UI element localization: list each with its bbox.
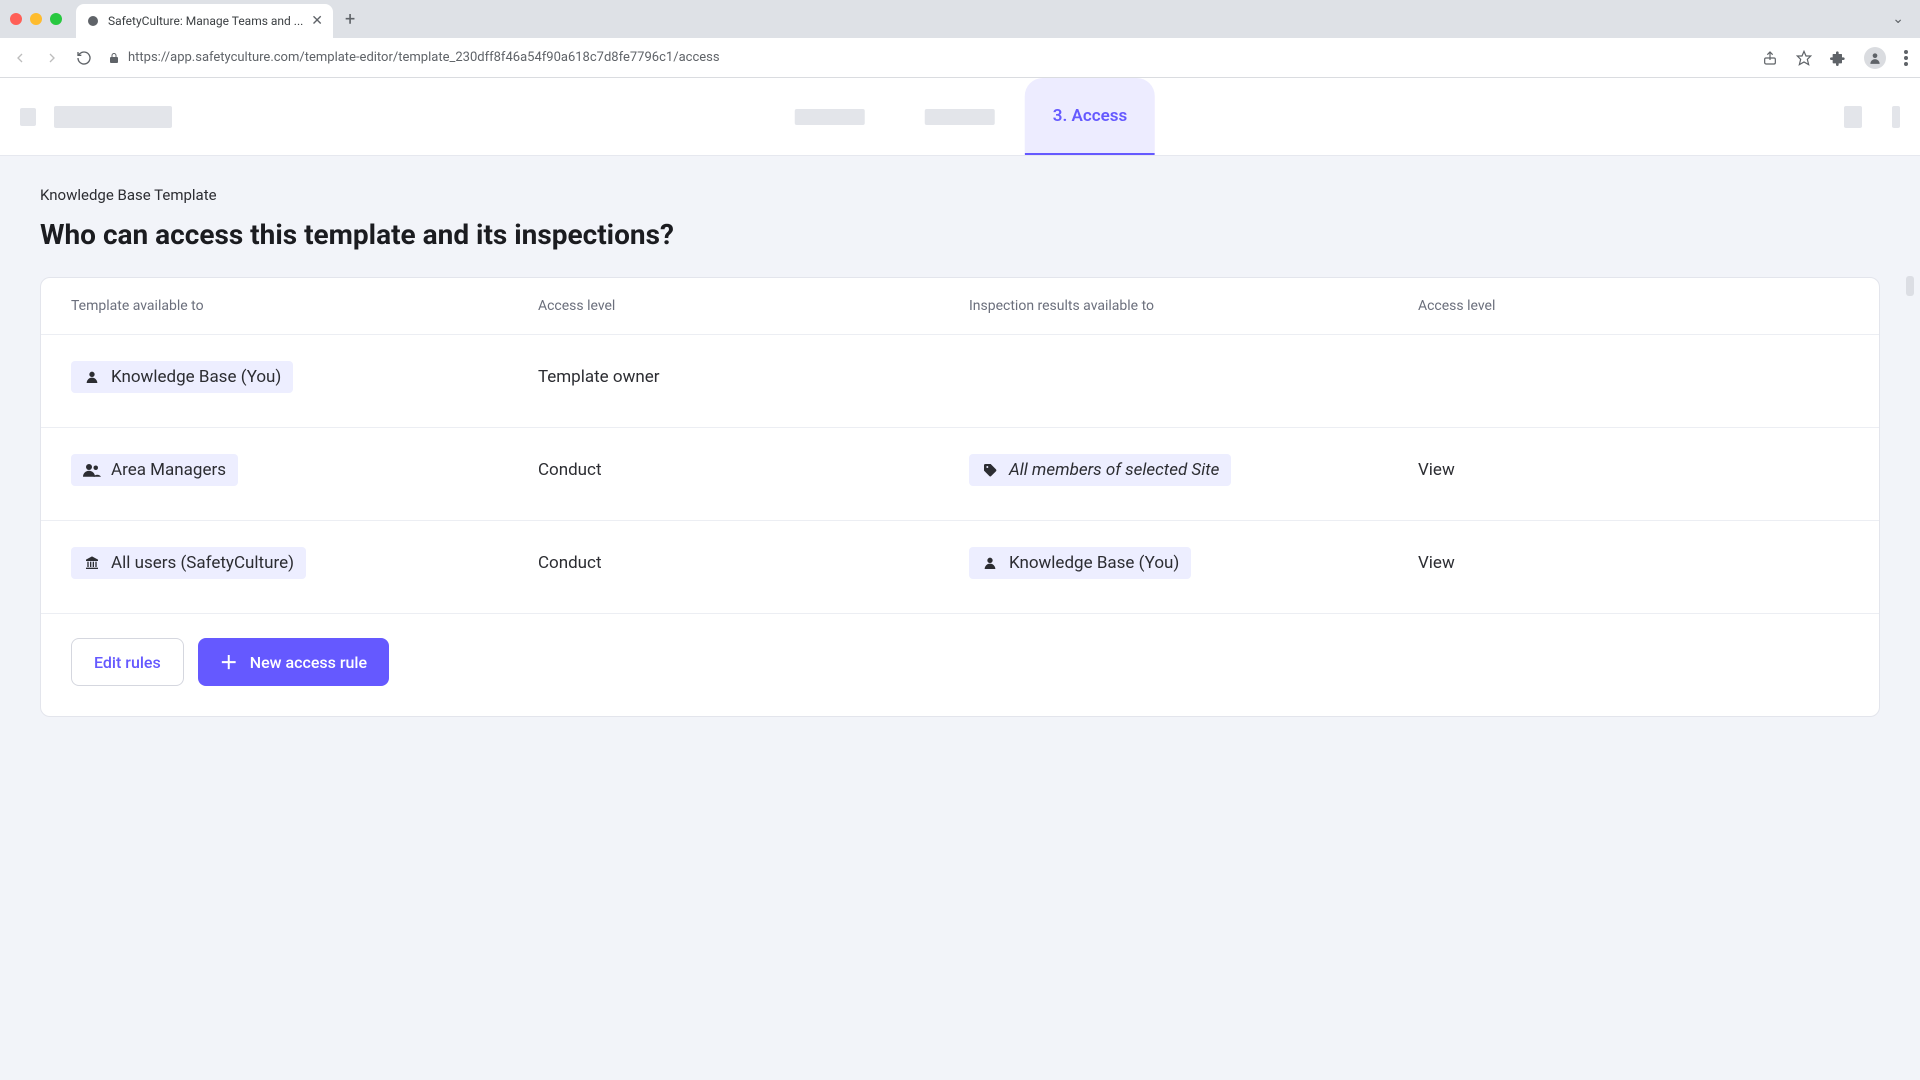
table-row[interactable]: Area Managers Conduct All members of selec… [41,428,1879,521]
profile-avatar-icon[interactable] [1864,47,1886,69]
table-row[interactable]: Knowledge Base (You) Template owner [41,335,1879,428]
nav-placeholder [925,109,995,125]
column-header-template-level: Access level [538,298,969,314]
chip-label: Knowledge Base (You) [1009,553,1179,573]
nav-placeholder [20,108,36,126]
nav-tab-access[interactable]: 3. Access [1025,78,1155,155]
star-icon[interactable] [1796,50,1812,66]
breadcrumb: Knowledge Base Template [40,186,1880,204]
tab-bar: SafetyCulture: Manage Teams and ... ✕ + … [0,0,1920,38]
chip-label: Area Managers [111,460,226,480]
results-access-level: View [1418,553,1849,573]
tab-favicon-icon [86,14,100,28]
column-header-template-to: Template available to [71,298,538,314]
chip-label: Knowledge Base (You) [111,367,281,387]
template-available-chip: Knowledge Base (You) [71,361,293,393]
template-available-chip: All users (SafetyCulture) [71,547,306,579]
column-header-results-level: Access level [1418,298,1849,314]
browser-chrome: SafetyCulture: Manage Teams and ... ✕ + … [0,0,1920,78]
nav-placeholder [795,109,865,125]
minimize-window-button[interactable] [30,13,42,25]
back-button[interactable] [12,50,30,66]
address-bar: https://app.safetyculture.com/template-e… [0,38,1920,78]
tab-title: SafetyCulture: Manage Teams and ... [108,14,303,28]
table-header: Template available to Access level Inspe… [41,278,1879,335]
plus-icon: ＋ [220,649,238,675]
nav-placeholder [1892,106,1900,128]
toolbar-icons [1762,47,1908,69]
page-body: Knowledge Base Template Who can access t… [0,156,1920,1080]
window-controls [10,13,62,25]
url-field[interactable]: https://app.safetyculture.com/template-e… [108,50,1748,65]
results-access-level: View [1418,460,1849,480]
nav-tab-1[interactable] [765,78,895,155]
forward-button[interactable] [44,50,62,66]
results-available-chip: All members of selected Site [969,454,1231,486]
access-level: Conduct [538,460,969,480]
browser-tab[interactable]: SafetyCulture: Manage Teams and ... ✕ [76,4,333,38]
template-available-chip: Area Managers [71,454,238,486]
access-level: Conduct [538,553,969,573]
reload-button[interactable] [76,50,94,66]
close-tab-icon[interactable]: ✕ [311,13,323,29]
nav-placeholder [1844,106,1862,128]
table-actions: Edit rules ＋ New access rule [41,614,1879,716]
share-icon[interactable] [1762,50,1778,66]
app-top-nav: 3. Access [0,78,1920,156]
chip-label: All users (SafetyCulture) [111,553,294,573]
tag-icon [981,462,999,478]
new-tab-button[interactable]: + [345,9,355,30]
extensions-icon[interactable] [1830,50,1846,66]
url-text: https://app.safetyculture.com/template-e… [128,50,720,65]
table-row[interactable]: All users (SafetyCulture) Conduct Knowledg… [41,521,1879,614]
scrollbar[interactable] [1906,276,1914,296]
group-icon [83,463,101,477]
person-icon [981,555,999,571]
access-level: Template owner [538,367,969,387]
nav-placeholder [54,106,172,128]
edit-rules-button[interactable]: Edit rules [71,638,184,686]
close-window-button[interactable] [10,13,22,25]
maximize-window-button[interactable] [50,13,62,25]
results-available-chip: Knowledge Base (You) [969,547,1191,579]
page-title: Who can access this template and its ins… [40,218,1880,251]
tabs-overflow-icon[interactable]: ⌄ [1892,11,1904,27]
person-icon [83,369,101,385]
kebab-menu-icon[interactable] [1904,50,1908,66]
org-icon [83,555,101,571]
nav-tab-2[interactable] [895,78,1025,155]
nav-tab-access-label: 3. Access [1053,106,1127,126]
access-table-card: Template available to Access level Inspe… [40,277,1880,717]
lock-icon [108,52,120,64]
new-access-rule-label: New access rule [250,653,367,672]
chip-label: All members of selected Site [1009,460,1219,480]
column-header-results-to: Inspection results available to [969,298,1418,314]
new-access-rule-button[interactable]: ＋ New access rule [198,638,389,686]
